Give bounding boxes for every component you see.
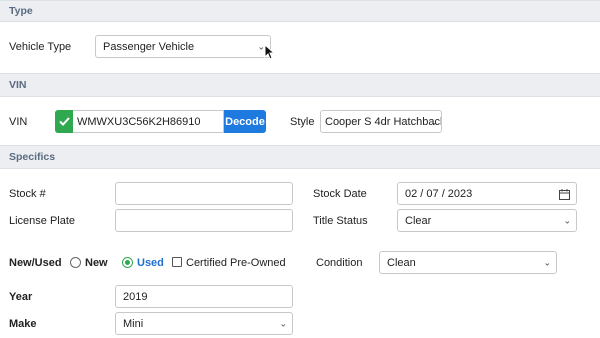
- year-value: 2019: [123, 290, 148, 303]
- new-used-label: New/Used: [9, 257, 62, 269]
- license-plate-input[interactable]: [115, 209, 293, 232]
- stock-date-value: 02 / 07 / 2023: [405, 187, 473, 200]
- style-select[interactable]: Cooper S 4dr Hatchback ⌄: [320, 110, 442, 133]
- vehicle-type-select[interactable]: Passenger Vehicle ⌄: [95, 35, 271, 58]
- calendar-icon[interactable]: [559, 189, 570, 200]
- decode-button[interactable]: Decode: [224, 110, 266, 133]
- vehicle-type-value: Passenger Vehicle: [103, 40, 195, 53]
- section-header-vin: VIN: [0, 73, 600, 97]
- chevron-down-icon: ⌄: [430, 116, 438, 126]
- vin-label: VIN: [9, 116, 28, 128]
- stock-date-input[interactable]: 02 / 07 / 2023: [397, 182, 577, 205]
- new-radio-label[interactable]: New: [85, 257, 108, 269]
- chevron-down-icon: ⌄: [279, 318, 287, 328]
- make-label: Make: [9, 318, 37, 330]
- vehicle-type-label: Vehicle Type: [9, 41, 72, 53]
- vin-value: WMWXU3C56K2H86910: [77, 115, 201, 128]
- stock-date-label: Stock Date: [313, 188, 367, 200]
- stock-number-input[interactable]: [115, 182, 293, 205]
- vin-valid-indicator: [55, 110, 73, 133]
- certified-pre-owned-label[interactable]: Certified Pre-Owned: [186, 257, 286, 269]
- mouse-cursor-icon: [264, 44, 276, 60]
- style-value: Cooper S 4dr Hatchback: [325, 115, 442, 128]
- year-input[interactable]: 2019: [115, 285, 293, 308]
- section-title-specifics: Specifics: [9, 151, 56, 163]
- style-label: Style: [290, 116, 315, 128]
- used-radio[interactable]: [122, 257, 133, 268]
- chevron-down-icon: ⌄: [563, 215, 571, 225]
- chevron-down-icon: ⌄: [543, 257, 551, 267]
- title-status-value: Clear: [405, 214, 432, 227]
- title-status-label: Title Status: [313, 215, 368, 227]
- condition-select[interactable]: Clean ⌄: [379, 251, 557, 274]
- make-value: Mini: [123, 317, 144, 330]
- year-label: Year: [9, 291, 33, 303]
- title-status-select[interactable]: Clear ⌄: [397, 209, 577, 232]
- license-plate-label: License Plate: [9, 215, 76, 227]
- new-radio[interactable]: [70, 257, 81, 268]
- vin-input[interactable]: WMWXU3C56K2H86910: [73, 110, 224, 133]
- check-icon: [58, 117, 70, 126]
- section-header-type: Type: [0, 0, 600, 22]
- condition-value: Clean: [387, 256, 416, 269]
- section-header-specifics: Specifics: [0, 145, 600, 169]
- certified-pre-owned-checkbox[interactable]: [172, 257, 182, 267]
- stock-number-label: Stock #: [9, 188, 46, 200]
- used-radio-label[interactable]: Used: [137, 257, 164, 269]
- condition-label: Condition: [316, 257, 363, 269]
- make-select[interactable]: Mini ⌄: [115, 312, 293, 335]
- section-title-vin: VIN: [9, 79, 27, 91]
- section-title-type: Type: [9, 5, 33, 17]
